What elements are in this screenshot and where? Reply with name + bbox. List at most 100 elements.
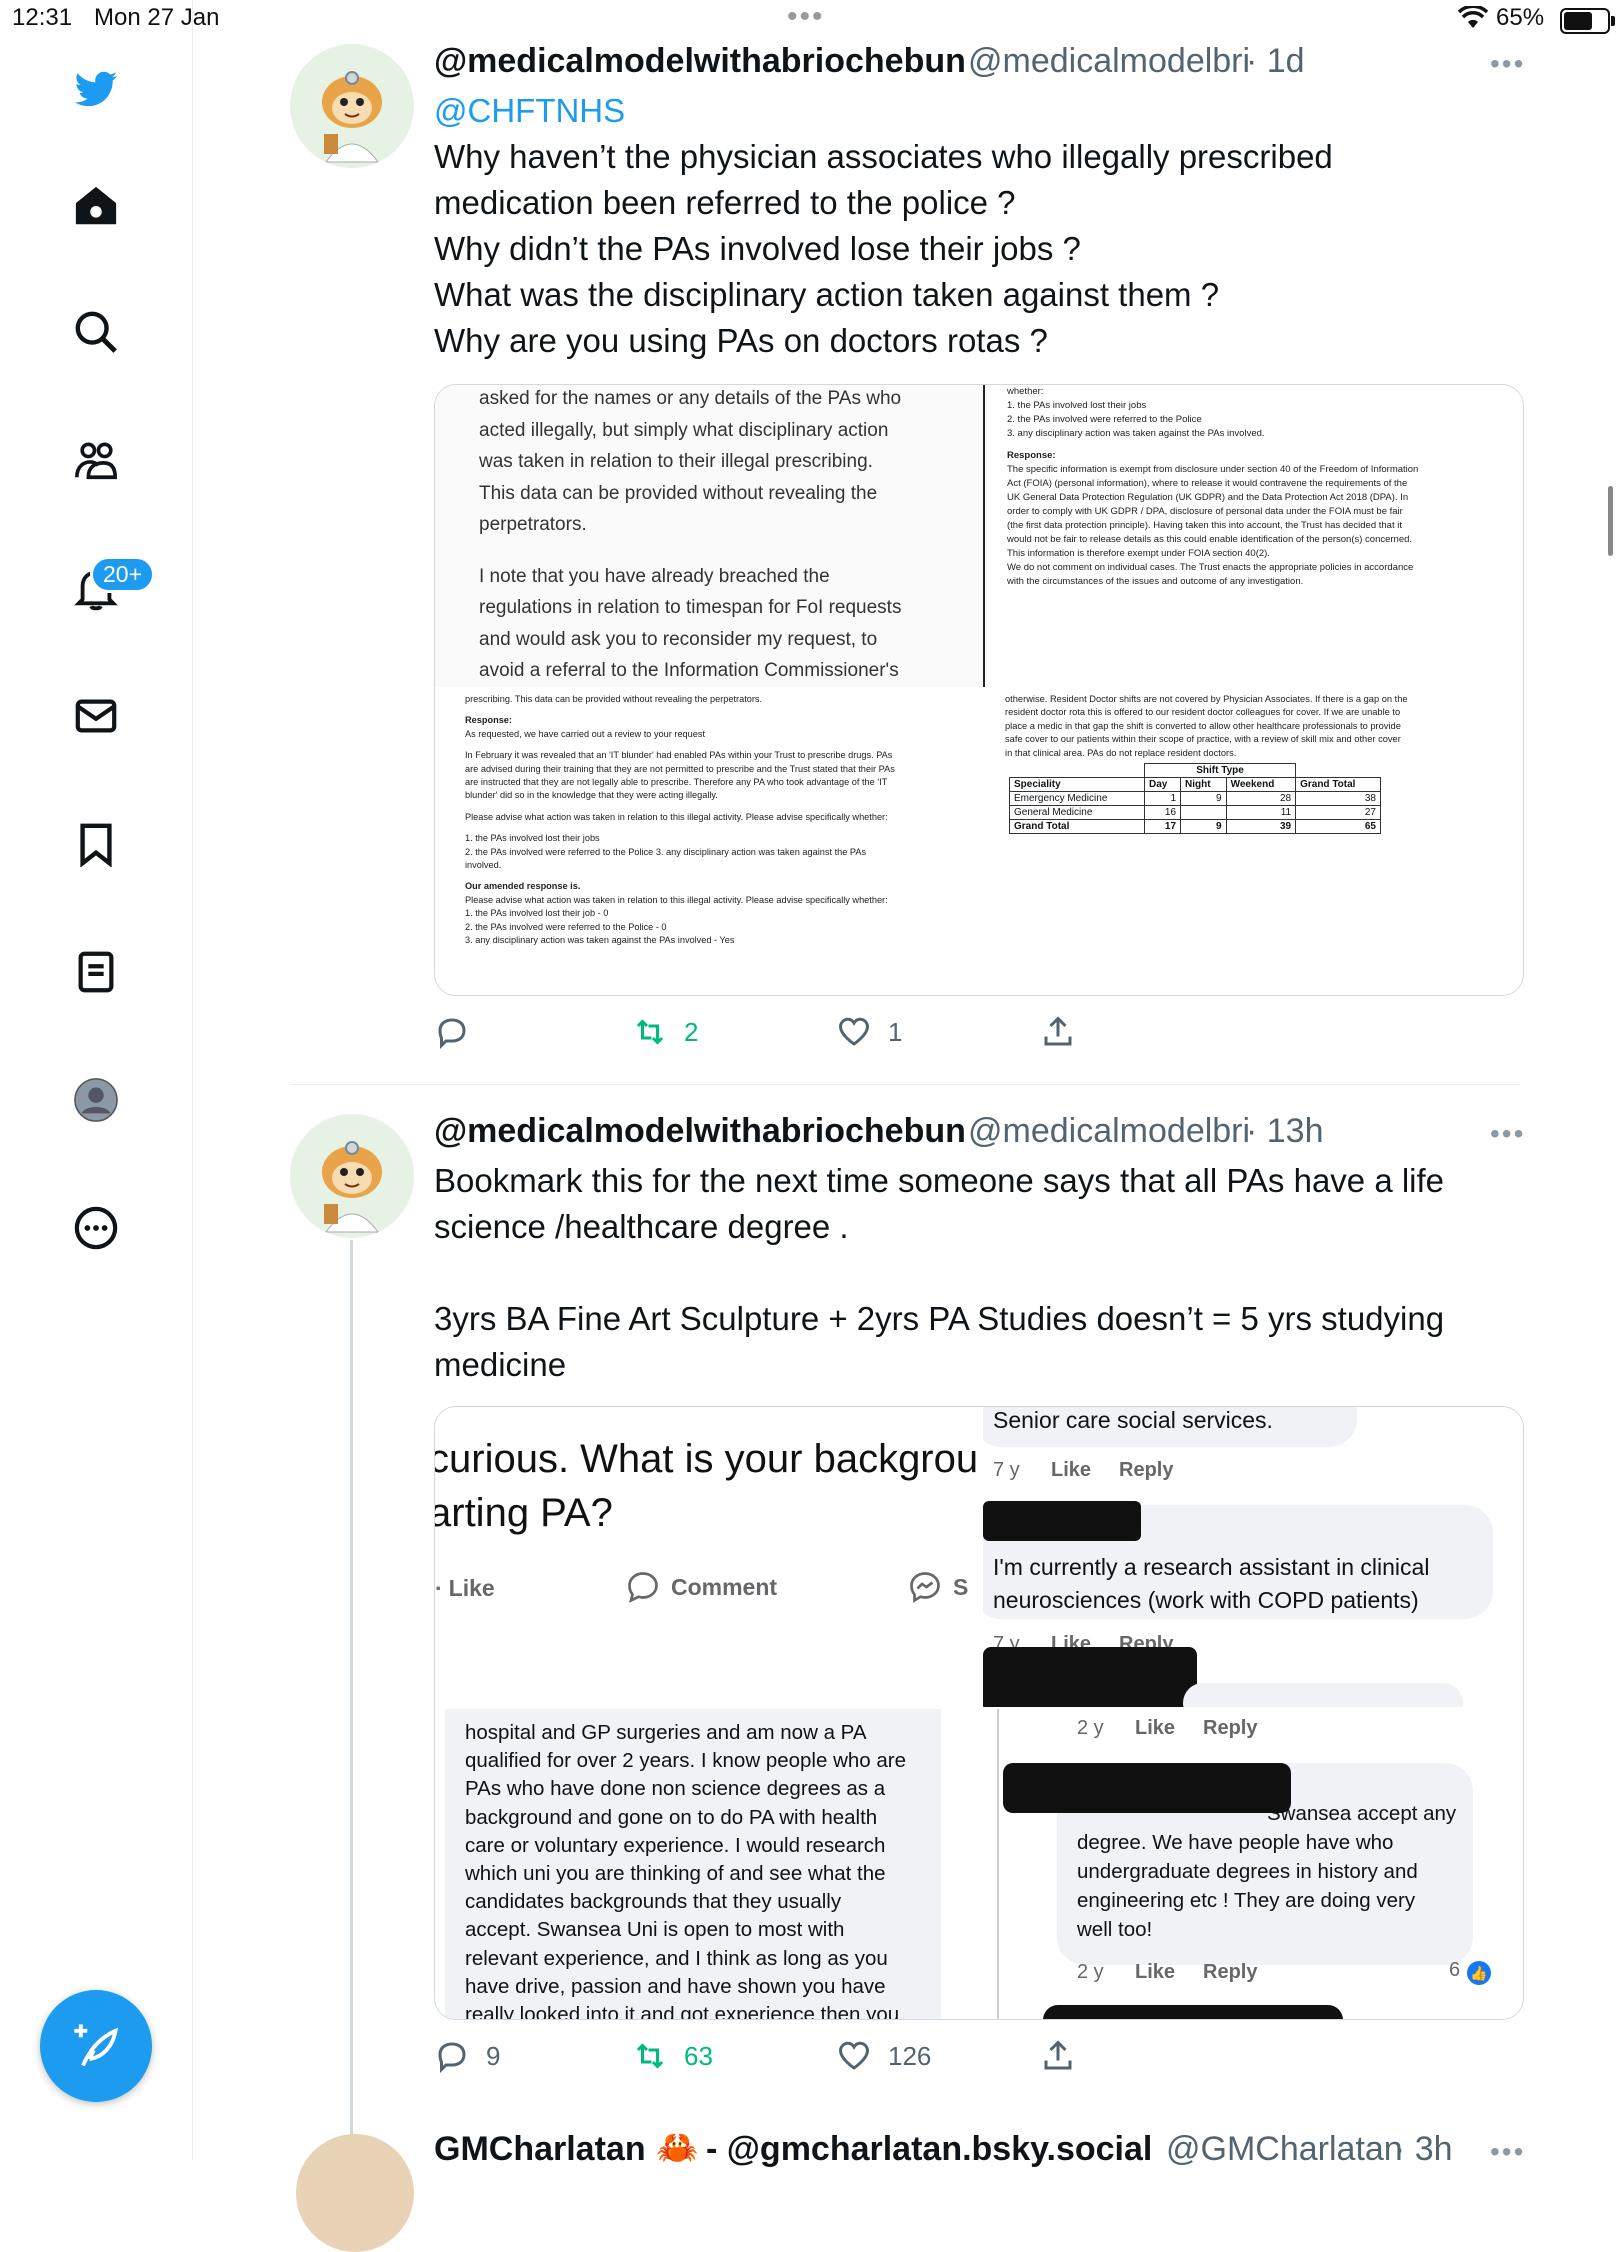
display-name[interactable]: @medicalmodelwithabriochebun	[434, 42, 966, 81]
media-image-fb-replies[interactable]: 2 y Like Reply Swansea accept any degree…	[983, 1709, 1523, 2019]
comment-like-link[interactable]: Like	[1135, 1717, 1175, 1740]
doc-line: blunder' did so in the knowledge that th…	[465, 790, 718, 801]
timestamp[interactable]: · 13h	[1246, 1112, 1324, 1151]
compose-tweet-button[interactable]	[40, 1990, 152, 2102]
bsky-handle-text[interactable]: - @gmcharlatan.bsky.social	[706, 2130, 1152, 2169]
profile-avatar-icon[interactable]	[68, 1072, 124, 1128]
doc-line: Response:	[1007, 450, 1056, 461]
comment-text: Senior care social services.	[993, 1407, 1273, 1433]
doc-line: with the circumstances of the issues and…	[1007, 576, 1304, 587]
tweet-more-icon[interactable]: •••	[1490, 2136, 1525, 2168]
doc-line: (the first data protection principle). H…	[1007, 520, 1402, 531]
like-button[interactable]: 1	[836, 1014, 902, 1050]
table-group-header: Shift Type	[1143, 763, 1297, 778]
avatar[interactable]	[290, 44, 414, 168]
comment-text-line: have drive, passion and have shown you h…	[465, 1974, 886, 1998]
handle[interactable]: @GMCharlatan	[1166, 2130, 1403, 2169]
doc-line: Please advise what action was taken in r…	[465, 811, 888, 822]
tweet-media[interactable]: curious. What is your backgrou arting PA…	[434, 1406, 1524, 2020]
shift-type-table: Shift Type Speciality Day Night Weekend …	[1009, 763, 1381, 834]
comment-text-line: PAs who have done non science degrees as…	[465, 1777, 886, 1801]
doc-line: perpetrators.	[479, 514, 587, 535]
timestamp[interactable]: · 3h	[1394, 2130, 1453, 2169]
fb-comment-button[interactable]: Comment	[625, 1569, 777, 1605]
more-options-icon[interactable]	[68, 1200, 124, 1256]
search-icon[interactable]	[68, 304, 124, 360]
retweet-button[interactable]: 63	[632, 2038, 713, 2074]
twitter-logo-icon[interactable]	[68, 62, 124, 118]
doc-line: Response:	[465, 715, 512, 726]
multitask-dots[interactable]: •••	[787, 0, 825, 34]
doc-line: whether:	[1007, 386, 1044, 397]
thread-line	[350, 1240, 353, 2160]
display-name[interactable]: GMCharlatan	[434, 2130, 646, 2169]
sidebar: 20+	[0, 0, 193, 2160]
home-icon[interactable]	[68, 178, 124, 234]
lists-icon[interactable]	[68, 944, 124, 1000]
handle[interactable]: @medicalmodelbri	[968, 1112, 1250, 1151]
messages-icon[interactable]	[68, 688, 124, 744]
like-button[interactable]: 126	[836, 2038, 931, 2074]
handle[interactable]: @medicalmodelbri	[968, 42, 1250, 81]
media-image-foi-letter[interactable]: asked for the names or any details of th…	[435, 385, 985, 687]
avatar[interactable]	[296, 2134, 414, 2252]
media-image-shift-table[interactable]: otherwise. Resident Doctor shifts are no…	[985, 689, 1523, 995]
comment-text-line: neurosciences (work with COPD patients)	[993, 1587, 1419, 1613]
mention-link[interactable]: @CHFTNHS	[434, 88, 625, 134]
comment-text: I'm currently a research assistant in cl…	[993, 1551, 1429, 1617]
comment-reply-link[interactable]: Reply	[1203, 1717, 1257, 1740]
comment-text: Swansea accept any degree. We have peopl…	[1077, 1799, 1456, 1944]
table-cell: 16	[1143, 805, 1182, 820]
media-image-fb-comments[interactable]: Senior care social services. 7 y Like Re…	[983, 1407, 1523, 1707]
retweet-button[interactable]: 2	[632, 1014, 698, 1050]
doc-line	[465, 803, 895, 811]
table-cell: 38	[1295, 791, 1381, 806]
fb-share-button[interactable]: S	[907, 1569, 968, 1605]
share-button[interactable]	[1040, 2038, 1076, 2074]
comment-text-line: relevant experience, and I think as long…	[465, 1946, 888, 1970]
doc-line: avoid a referral to the Information Comm…	[479, 660, 899, 681]
tweet-media[interactable]: asked for the names or any details of th…	[434, 384, 1524, 996]
comment-text-line: accept. Swansea Uni is open to most with	[465, 1918, 845, 1942]
table-cell: Grand Total	[1009, 819, 1145, 834]
tweet-text-line: Bookmark this for the next time someone …	[434, 1162, 1445, 1199]
doc-line: place a medic in that gap the shift is c…	[1005, 720, 1401, 731]
comment-like-link[interactable]: Like	[1135, 1961, 1175, 1984]
comment-reply-link[interactable]: Reply	[1203, 1961, 1257, 1984]
table-cell: Emergency Medicine	[1009, 791, 1145, 806]
feather-plus-icon	[74, 2024, 119, 2067]
media-image-fb-post[interactable]: curious. What is your backgrou arting PA…	[435, 1407, 981, 1707]
display-name[interactable]: @medicalmodelwithabriochebun	[434, 1112, 966, 1151]
media-image-foi-response[interactable]: whether: 1. the PAs involved lost their …	[985, 385, 1523, 687]
comment-like-link[interactable]: Like	[1051, 1459, 1091, 1482]
comment-reply-link[interactable]: Reply	[1119, 1459, 1173, 1482]
share-button[interactable]	[1040, 1014, 1076, 1050]
doc-line: safe cover to our patients within their …	[1005, 734, 1401, 745]
retweet-count: 2	[684, 1016, 699, 1047]
tweet-more-icon[interactable]: •••	[1490, 48, 1525, 80]
reply-button[interactable]	[434, 1014, 486, 1050]
communities-icon[interactable]	[68, 432, 124, 488]
retweet-count: 63	[684, 2040, 713, 2071]
timestamp[interactable]: · 1d	[1246, 42, 1305, 81]
fb-like-button[interactable]: · Like	[435, 1575, 495, 1602]
redacted-name	[1043, 2005, 1343, 2019]
bookmarks-icon[interactable]	[68, 816, 124, 872]
comment-age: 7 y	[993, 1459, 1020, 1481]
media-image-amended-response[interactable]: prescribing. This data can be provided w…	[435, 689, 983, 995]
tweet-more-icon[interactable]: •••	[1490, 1118, 1525, 1150]
comment-text-line: Swansea accept any	[1267, 1802, 1457, 1825]
media-image-fb-long-comment[interactable]: hospital and GP surgeries and am now a P…	[435, 1709, 981, 2019]
scrollbar-thumb[interactable]	[1608, 486, 1613, 556]
table-row: General Medicine 16 11 27	[1009, 805, 1381, 820]
tweet-text-line: Why didn’t the PAs involved lose their j…	[434, 230, 1081, 267]
doc-line	[465, 706, 895, 714]
reply-count: 9	[486, 2040, 501, 2071]
doc-line	[465, 824, 895, 832]
table-cell: 65	[1295, 819, 1381, 834]
doc-line: I note that you have already breached th…	[479, 565, 830, 587]
avatar[interactable]	[290, 1114, 414, 1238]
messenger-icon	[910, 1572, 940, 1603]
comment-text-line: which uni you are thinking of and see wh…	[465, 1862, 886, 1886]
reply-button[interactable]: 9	[434, 2038, 500, 2074]
